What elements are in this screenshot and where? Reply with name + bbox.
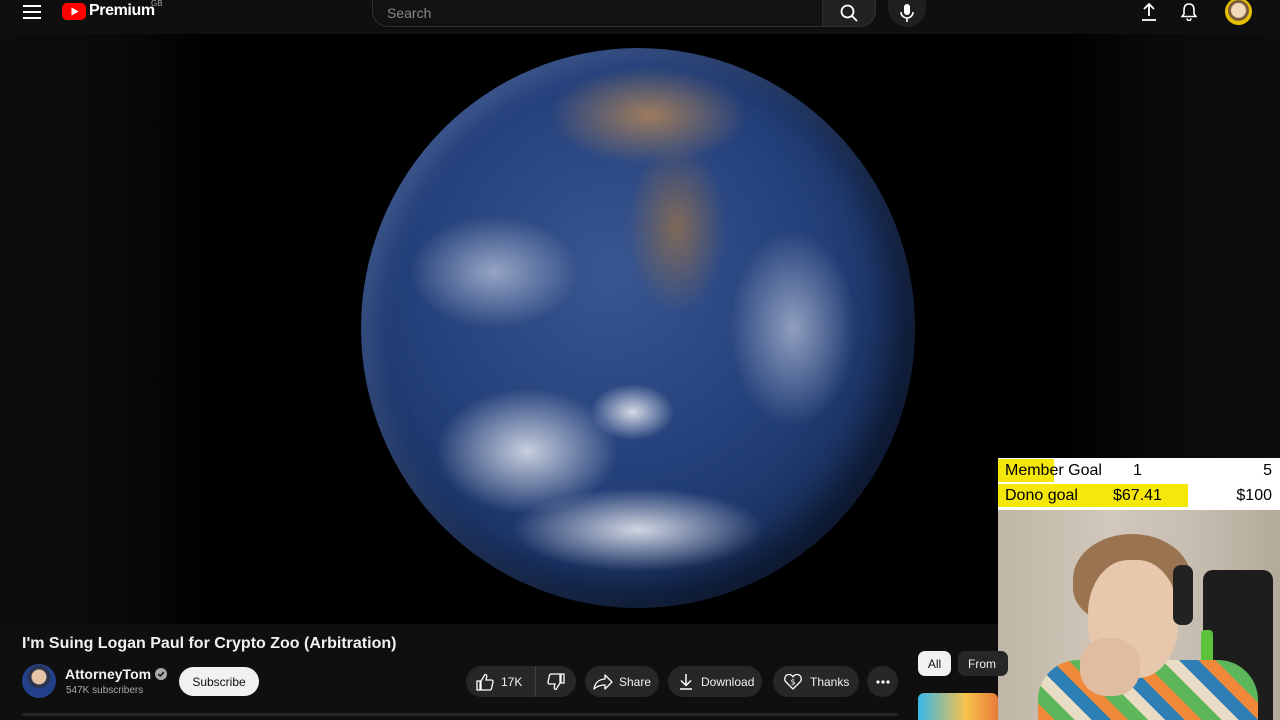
search-input[interactable] bbox=[372, 0, 822, 27]
subscriber-count: 547K subscribers bbox=[66, 685, 144, 696]
verified-icon bbox=[155, 668, 168, 680]
chip-from[interactable]: From bbox=[958, 651, 1008, 676]
dono-goal-label: Dono goal bbox=[1005, 486, 1078, 504]
dislike-button[interactable] bbox=[536, 666, 576, 697]
player-letterbox-left bbox=[0, 34, 210, 624]
chip-all[interactable]: All bbox=[918, 651, 951, 676]
search-bar bbox=[372, 0, 876, 27]
share-button[interactable]: Share bbox=[585, 666, 659, 697]
channel-name: AttorneyTom bbox=[65, 666, 152, 682]
member-goal-label: Member Goal bbox=[1005, 461, 1102, 479]
menu-icon[interactable] bbox=[18, 0, 46, 24]
search-button[interactable] bbox=[822, 0, 876, 27]
upload-icon[interactable] bbox=[1137, 0, 1161, 24]
download-icon bbox=[680, 674, 692, 690]
masthead: Premium GB bbox=[0, 0, 1280, 34]
download-button[interactable]: Download bbox=[668, 666, 762, 697]
more-actions-button[interactable] bbox=[867, 666, 898, 697]
thumbs-up-icon bbox=[476, 673, 494, 691]
dono-goal-target: $100 bbox=[1236, 486, 1272, 504]
description-box-edge bbox=[22, 713, 898, 716]
thanks-button[interactable]: $ Thanks bbox=[773, 666, 859, 697]
svg-text:$: $ bbox=[790, 678, 795, 687]
like-count: 17K bbox=[501, 674, 523, 689]
youtube-premium-logo[interactable]: Premium GB bbox=[62, 0, 163, 20]
member-goal-current: 1 bbox=[1133, 461, 1142, 479]
more-horizontal-icon bbox=[875, 679, 890, 684]
video-title: I'm Suing Logan Paul for Crypto Zoo (Arb… bbox=[22, 635, 397, 652]
member-goal-target: 5 bbox=[1263, 461, 1272, 479]
bell-icon[interactable] bbox=[1177, 0, 1201, 24]
region-code: GB bbox=[151, 0, 163, 8]
account-avatar[interactable] bbox=[1225, 0, 1252, 25]
voice-search-button[interactable] bbox=[888, 0, 926, 27]
stream-goals-overlay: Member Goal 1 5 Dono goal $67.41 $100 bbox=[998, 458, 1280, 510]
youtube-logo-icon bbox=[62, 2, 86, 20]
dono-goal-current: $67.41 bbox=[1113, 486, 1162, 504]
subscribe-button[interactable]: Subscribe bbox=[179, 667, 259, 696]
member-goal-row: Member Goal 1 5 bbox=[998, 458, 1280, 483]
like-dislike-group: 17K bbox=[466, 666, 576, 697]
microphone-icon bbox=[900, 4, 914, 22]
thanks-heart-dollar-icon: $ bbox=[784, 673, 802, 690]
download-label: Download bbox=[701, 674, 755, 689]
webcam-overlay bbox=[998, 510, 1280, 720]
streamer-hand bbox=[1080, 638, 1140, 696]
channel-avatar[interactable] bbox=[22, 664, 56, 698]
dono-goal-row: Dono goal $67.41 $100 bbox=[998, 483, 1280, 508]
earth-image bbox=[361, 48, 915, 608]
share-icon bbox=[593, 673, 613, 690]
logo-text: Premium bbox=[89, 2, 155, 19]
headset bbox=[1173, 565, 1193, 625]
search-icon bbox=[840, 4, 858, 22]
recommended-video-thumbnail[interactable] bbox=[918, 693, 998, 720]
thumbs-down-icon bbox=[547, 672, 565, 690]
channel-name-link[interactable]: AttorneyTom bbox=[65, 666, 168, 682]
share-label: Share bbox=[619, 674, 652, 689]
thanks-label: Thanks bbox=[810, 674, 850, 689]
like-button[interactable]: 17K bbox=[466, 666, 536, 697]
